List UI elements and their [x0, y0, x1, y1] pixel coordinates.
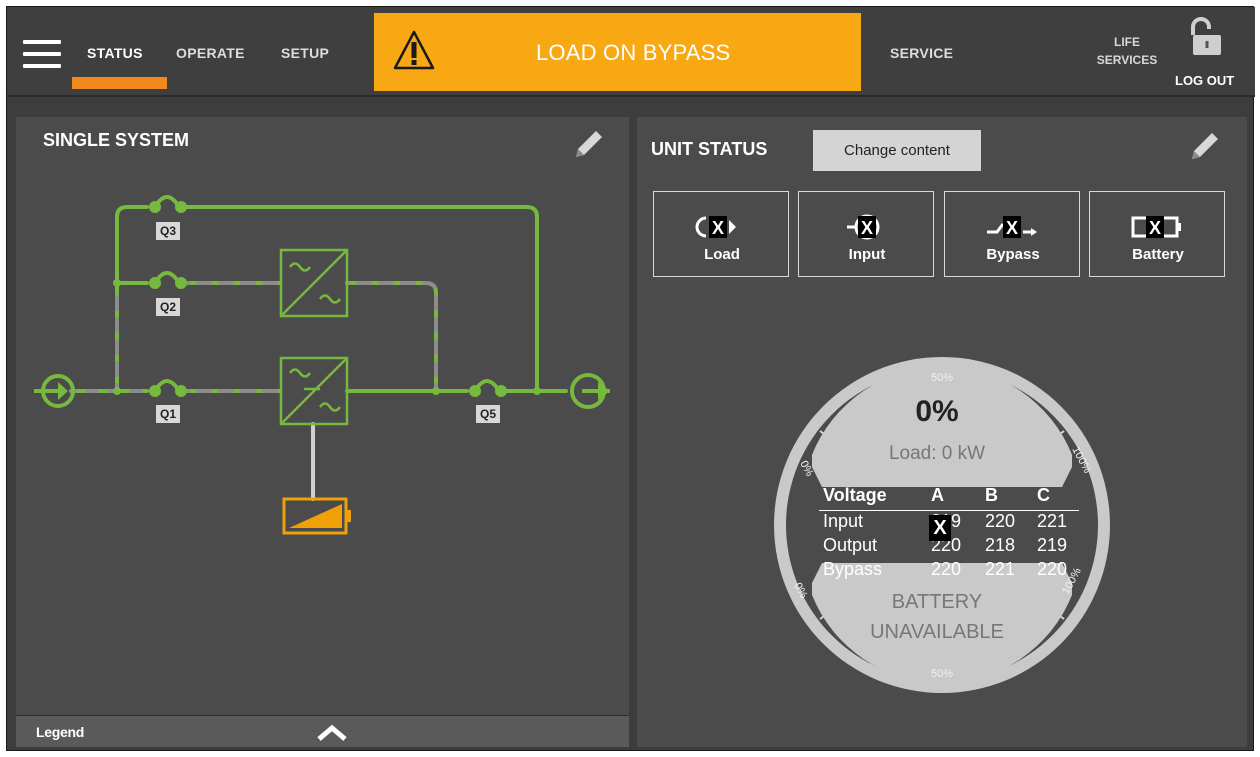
scale-bottom: 50% [931, 668, 953, 680]
voltage-header: Voltage [823, 485, 887, 505]
switch-label-q5: Q5 [480, 407, 496, 421]
output-terminal-icon [570, 373, 610, 409]
nav-setup[interactable]: SETUP [281, 45, 329, 61]
table-row: Bypass 220 221 220 [819, 559, 1079, 583]
hamburger-menu-icon[interactable] [23, 40, 61, 68]
alarm-banner[interactable]: LOAD ON BYPASS [374, 13, 861, 91]
input-terminal-icon [34, 374, 75, 408]
bypass-icon: X [987, 216, 1037, 238]
value-b: 220 [985, 511, 1016, 531]
single-system-panel: SINGLE SYSTEM Q3 Q2 Q1 Q5 Legend [16, 117, 629, 747]
svg-text:X: X [1149, 218, 1161, 238]
warning-icon [393, 30, 435, 70]
edit-pencil-icon[interactable] [572, 127, 606, 161]
nav-service[interactable]: SERVICE [890, 45, 953, 61]
load-kw: Load: 0 kW [888, 443, 986, 464]
phase-b-header: B [985, 485, 998, 505]
battery-status-line2: UNAVAILABLE [870, 621, 1004, 643]
value-c: 219 [1037, 535, 1068, 555]
rectifier-block [279, 248, 349, 318]
input-icon: X [847, 214, 880, 240]
battery-status: BATTERY UNAVAILABLE [842, 587, 1032, 647]
svg-text:X: X [712, 218, 724, 238]
nav-status[interactable]: STATUS [87, 45, 143, 61]
tile-battery[interactable]: X Battery [1089, 191, 1225, 277]
nav-active-indicator [72, 77, 167, 89]
tile-label: Bypass [986, 246, 1040, 263]
life-services-line2: SERVICES [1096, 53, 1158, 67]
legend-label: Legend [36, 724, 84, 740]
change-content-button[interactable]: Change content [813, 130, 981, 171]
nav-operate[interactable]: OPERATE [176, 45, 245, 61]
value-c: 220 [1037, 559, 1068, 579]
nav-life-services[interactable]: LIFE SERVICES [1087, 33, 1167, 69]
battery-icon: X [1131, 216, 1181, 238]
top-bar: STATUS OPERATE SETUP LOAD ON BYPASS SERV… [7, 7, 1255, 97]
phase-a-header: A [931, 485, 944, 505]
value-a: 220 [931, 559, 962, 579]
tile-label: Load [704, 246, 740, 263]
phase-c-header: C [1037, 485, 1050, 505]
missing-icon-placeholder: X [929, 515, 951, 541]
tile-label: Battery [1132, 246, 1184, 263]
battery-icon [282, 497, 351, 535]
value-b: 218 [985, 535, 1016, 555]
row-label: Bypass [823, 559, 883, 579]
unlock-icon[interactable] [1187, 17, 1225, 57]
alarm-text: LOAD ON BYPASS [536, 40, 731, 65]
ups-screen: STATUS OPERATE SETUP LOAD ON BYPASS SERV… [6, 6, 1255, 751]
life-services-line1: LIFE [1114, 35, 1140, 49]
tile-load[interactable]: X Load [653, 191, 789, 277]
battery-status-line1: BATTERY [891, 591, 983, 613]
switch-label-q2: Q2 [160, 300, 176, 314]
svg-text:X: X [861, 218, 873, 238]
edit-pencil-icon[interactable] [1188, 129, 1222, 163]
logout-button[interactable]: LOG OUT [1175, 73, 1234, 88]
unit-status-panel: UNIT STATUS Change content X Load X Inpu… [637, 117, 1247, 747]
one-line-diagram: Q3 Q2 Q1 Q5 [34, 195, 610, 535]
tile-bypass[interactable]: X Bypass [944, 191, 1080, 277]
scale-top: 50% [931, 372, 953, 384]
voltage-table: Voltage A B C Input 219 220 221 Output 2… [819, 485, 1079, 583]
voltage-header-row: Voltage A B C [819, 485, 1079, 511]
inverter-block [279, 356, 349, 426]
tile-input[interactable]: X Input [798, 191, 934, 277]
load-icon: X [695, 216, 736, 238]
load-percent: 0% [915, 395, 959, 428]
legend-bar[interactable]: Legend [16, 715, 629, 747]
panel-title: SINGLE SYSTEM [43, 130, 190, 150]
row-label: Output [823, 535, 878, 555]
svg-text:X: X [1006, 218, 1018, 238]
tile-label: Input [848, 246, 886, 263]
value-b: 221 [985, 559, 1016, 579]
panel-title: UNIT STATUS [651, 139, 768, 159]
chevron-up-icon[interactable] [316, 724, 348, 742]
value-c: 221 [1037, 511, 1068, 531]
switch-label-q3: Q3 [160, 224, 176, 238]
switch-label-q1: Q1 [160, 407, 176, 421]
row-label: Input [823, 511, 864, 531]
